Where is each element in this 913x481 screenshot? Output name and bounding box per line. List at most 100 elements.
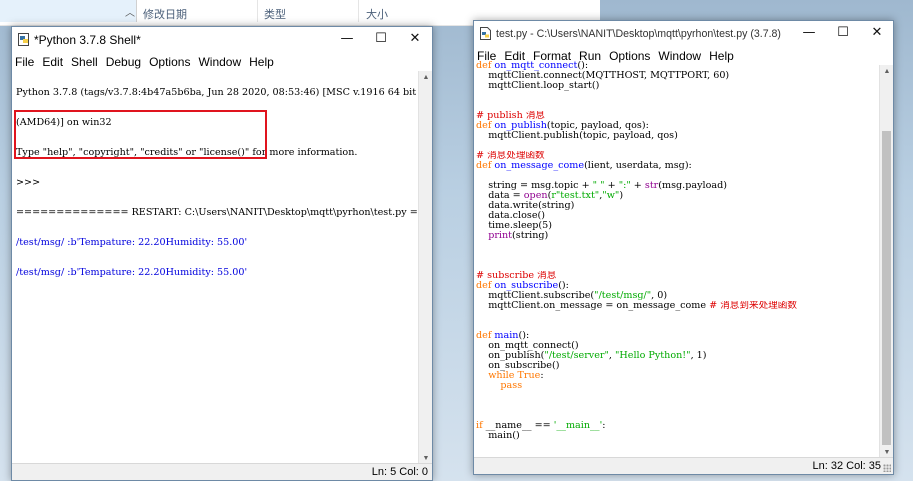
code-token: on_subscribe	[494, 281, 559, 291]
shell-titlebar[interactable]: *Python 3.7.8 Shell* — ☐ ✕	[12, 27, 432, 53]
highlight-box	[14, 110, 267, 159]
code-token: "/test/msg/"	[594, 291, 652, 301]
code-token: main	[494, 331, 519, 341]
maximize-button[interactable]: ☐	[826, 21, 860, 45]
code-token: str	[644, 181, 659, 191]
code-line: mqttClient.publish(topic, payload, qos)	[476, 131, 878, 141]
code-token: +	[630, 181, 645, 191]
code-token: if	[476, 421, 483, 431]
minimize-button[interactable]: —	[330, 27, 364, 51]
code-token: def	[476, 161, 495, 171]
code-token: data =	[476, 191, 524, 201]
python-shell-window: *Python 3.7.8 Shell* — ☐ ✕ File Edit Shell…	[11, 26, 433, 481]
maximize-button[interactable]: ☐	[364, 27, 398, 51]
column-size[interactable]: 大小	[366, 6, 388, 22]
code-line: on_mqtt_connect()	[476, 341, 878, 351]
code-token: r"test.txt"	[551, 191, 600, 201]
shell-title: *Python 3.7.8 Shell*	[34, 33, 141, 47]
code-line: # publish 消息	[476, 111, 878, 121]
code-token: __name__ ==	[482, 421, 554, 431]
code-line: string = msg.topic + " " + ":" + str(msg…	[476, 181, 878, 191]
code-token: mqttClient.connect(MQTTHOST, MQTTPORT, 6…	[476, 71, 730, 81]
code-token: , 1)	[690, 351, 707, 361]
explorer-name-column[interactable]: ︿	[0, 0, 137, 22]
close-button[interactable]: ✕	[398, 27, 432, 51]
scrollbar-thumb[interactable]	[882, 131, 891, 445]
column-modified-date[interactable]: 修改日期	[143, 6, 187, 22]
editor-text-area[interactable]: def on_mqtt_connect(): mqttClient.connec…	[476, 61, 878, 459]
code-token: mqttClient.on_message = on_message_come	[476, 301, 710, 311]
code-token: (string)	[512, 231, 549, 241]
editor-statusbar: Ln: 32 Col: 35	[474, 457, 893, 474]
shell-statusbar: Ln: 5 Col: 0	[12, 463, 432, 480]
close-button[interactable]: ✕	[860, 21, 894, 45]
code-token: on_mqtt_connect()	[476, 341, 579, 351]
code-line: mqttClient.loop_start()	[476, 81, 878, 91]
code-token: while True	[488, 371, 541, 381]
code-token: +	[604, 181, 619, 191]
code-line: mqttClient.subscribe("/test/msg/", 0)	[476, 291, 878, 301]
code-token: mqttClient.subscribe(	[476, 291, 595, 301]
column-type[interactable]: 类型	[264, 6, 286, 22]
code-token: ():	[558, 281, 569, 291]
code-line: # 消息处理函数	[476, 151, 878, 161]
shell-restart-line: ============== RESTART: C:\Users\NANIT\D…	[16, 208, 420, 218]
code-token: on_publish(	[476, 351, 545, 361]
code-token: mqttClient.loop_start()	[476, 81, 600, 91]
code-token: time.sleep(5)	[476, 221, 553, 231]
code-token: data.close()	[476, 211, 545, 221]
code-token: :	[540, 371, 544, 381]
code-token: main()	[476, 431, 520, 441]
editor-window: test.py - C:\Users\NANIT\Desktop\mqtt\py…	[473, 20, 894, 475]
code-line: def on_message_come(lient, userdata, msg…	[476, 161, 878, 171]
code-line: def on_subscribe():	[476, 281, 878, 291]
code-token: (msg.payload)	[658, 181, 727, 191]
shell-prompt: >>>	[16, 178, 44, 188]
code-token: data.write(string)	[476, 201, 575, 211]
code-token: (lient, userdata, msg):	[584, 161, 692, 171]
code-token: def	[476, 61, 495, 71]
code-line: print(string)	[476, 231, 878, 241]
code-token: "Hello Python!"	[615, 351, 691, 361]
scroll-up-icon[interactable]: ▲	[419, 71, 433, 84]
code-token: string = msg.topic +	[476, 181, 593, 191]
code-line: # subscribe 消息	[476, 271, 878, 281]
code-token: def	[476, 331, 495, 341]
shell-line: Python 3.7.8 (tags/v3.7.8:4b47a5b6ba, Ju…	[16, 88, 417, 98]
code-token: # subscribe 消息	[476, 271, 557, 281]
editor-titlebar[interactable]: test.py - C:\Users\NANIT\Desktop\mqtt\py…	[474, 21, 893, 47]
code-token: ():	[577, 61, 589, 71]
code-token: mqttClient.publish(topic, payload, qos)	[476, 131, 678, 141]
code-token: on_subscribe()	[476, 361, 560, 371]
code-token: def	[476, 121, 495, 131]
shell-output-line: /test/msg/ :b'Tempature: 22.20Humidity: …	[16, 268, 248, 278]
code-line: mqttClient.connect(MQTTHOST, MQTTPORT, 6…	[476, 71, 878, 81]
code-token: , 0)	[651, 291, 668, 301]
scroll-up-icon[interactable]: ▲	[880, 65, 894, 78]
code-token: "/test/server"	[544, 351, 609, 361]
code-token: # 消息处理函数	[476, 151, 545, 161]
code-token: :	[602, 421, 606, 431]
code-token: # 消息到来处理函数	[709, 301, 797, 311]
minimize-button[interactable]: —	[792, 21, 826, 45]
shell-output-line: /test/msg/ :b'Tempature: 22.20Humidity: …	[16, 238, 248, 248]
code-line: pass	[476, 381, 878, 391]
code-token: ():	[518, 331, 530, 341]
code-token: (topic, payload, qos):	[546, 121, 649, 131]
code-token: ":"	[618, 181, 631, 191]
code-token: " "	[592, 181, 605, 191]
editor-scrollbar[interactable]: ▲ ▼	[879, 65, 893, 459]
chevron-up-icon[interactable]: ︿	[125, 4, 135, 19]
resize-grip-icon[interactable]	[883, 464, 891, 472]
code-token: '__main__'	[553, 421, 603, 431]
shell-scrollbar[interactable]: ▲ ▼	[418, 71, 432, 465]
editor-title: test.py - C:\Users\NANIT\Desktop\mqtt\py…	[496, 28, 781, 40]
